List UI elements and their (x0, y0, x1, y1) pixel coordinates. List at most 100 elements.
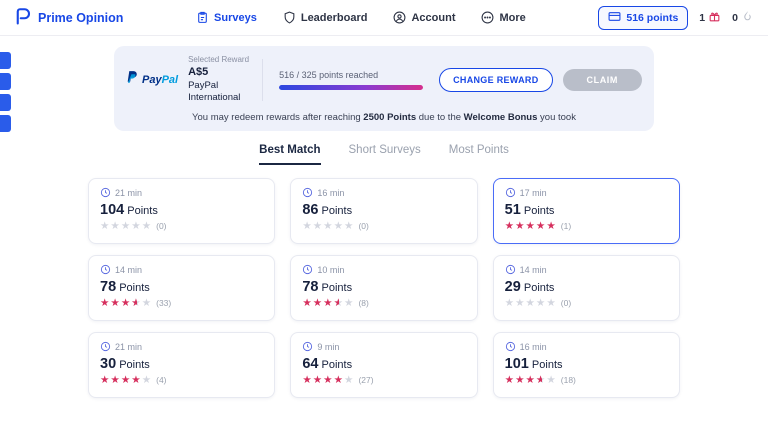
survey-rating: ★★★★★★(8) (302, 298, 465, 309)
leaderboard-icon (283, 11, 296, 24)
brand[interactable]: Prime Opinion (14, 7, 123, 28)
reward-name: International (188, 92, 252, 104)
clock-icon (100, 341, 111, 352)
rating-count: (27) (358, 376, 373, 385)
survey-card[interactable]: 10 min78 Points★★★★★★(8) (290, 255, 477, 321)
survey-grid: 21 min104 Points★★★★★(0)16 min86 Points★… (88, 178, 680, 398)
survey-rating: ★★★★★(1) (505, 221, 668, 232)
claim-button[interactable]: CLAIM (563, 69, 643, 91)
clock-icon (505, 341, 516, 352)
left-edge-widget[interactable] (0, 115, 11, 132)
survey-card[interactable]: 9 min64 Points★★★★★(27) (290, 332, 477, 398)
survey-card[interactable]: 16 min86 Points★★★★★(0) (290, 178, 477, 244)
nav-item-leaderboard[interactable]: Leaderboard (283, 11, 368, 24)
rating-count: (33) (156, 299, 171, 308)
paypal-icon (126, 70, 139, 90)
star-icon: ★ (142, 375, 152, 386)
star-icon: ★ (313, 375, 323, 386)
star-icon: ★ (302, 298, 312, 309)
star-icon: ★ (323, 298, 333, 309)
nav-item-more[interactable]: More (481, 11, 525, 24)
survey-points: 78 Points (100, 279, 263, 295)
star-icon: ★ (344, 298, 354, 309)
survey-card[interactable]: 21 min104 Points★★★★★(0) (88, 178, 275, 244)
account-icon (393, 11, 406, 24)
reward-amount: A$5 (188, 65, 252, 79)
wallet-card-icon (608, 10, 621, 26)
star-icon: ★ (334, 375, 344, 386)
half-star-icon: ★★ (334, 298, 344, 309)
survey-points: 30 Points (100, 356, 263, 372)
survey-duration: 21 min (100, 187, 263, 198)
star-icon: ★ (121, 375, 131, 386)
clock-icon (100, 187, 111, 198)
survey-card[interactable]: 14 min29 Points★★★★★(0) (493, 255, 680, 321)
star-icon: ★ (100, 298, 110, 309)
star-icon: ★ (110, 375, 120, 386)
survey-duration: 9 min (302, 341, 465, 352)
survey-card[interactable]: 16 min101 Points★★★★★★(18) (493, 332, 680, 398)
half-star-icon: ★★ (131, 298, 141, 309)
tab-short-surveys[interactable]: Short Surveys (349, 144, 421, 165)
star-icon: ★ (121, 298, 131, 309)
surveys-icon (196, 11, 209, 24)
left-edge-widget[interactable] (0, 73, 11, 90)
star-icon: ★ (526, 221, 536, 232)
survey-duration: 16 min (302, 187, 465, 198)
star-icon: ★ (344, 375, 354, 386)
divider (262, 59, 263, 101)
star-icon: ★ (313, 221, 323, 232)
selected-reward-info: Selected Reward A$5 PayPal International (188, 55, 252, 104)
selected-reward-label: Selected Reward (188, 55, 252, 65)
nav-item-surveys[interactable]: Surveys (196, 11, 257, 24)
star-icon: ★ (302, 221, 312, 232)
star-icon: ★ (131, 375, 141, 386)
survey-rating: ★★★★★(0) (505, 298, 668, 309)
points-balance-button[interactable]: 516 points (598, 6, 688, 30)
clock-icon (302, 341, 313, 352)
star-icon: ★ (505, 221, 515, 232)
tab-most-points[interactable]: Most Points (449, 144, 509, 165)
brand-name: Prime Opinion (38, 11, 123, 25)
clock-icon (302, 187, 313, 198)
star-icon: ★ (110, 298, 120, 309)
progress-text: 516 / 325 points reached (279, 70, 423, 80)
star-icon: ★ (344, 221, 354, 232)
survey-rating: ★★★★★(4) (100, 375, 263, 386)
clock-icon (505, 187, 516, 198)
streak-counter[interactable]: 0 (732, 10, 754, 26)
clock-icon (505, 264, 516, 275)
brand-logo-icon (14, 7, 32, 28)
star-icon: ★ (526, 298, 536, 309)
change-reward-button[interactable]: CHANGE REWARD (439, 68, 552, 92)
survey-points: 101 Points (505, 356, 668, 372)
star-icon: ★ (505, 375, 515, 386)
left-edge-widget[interactable] (0, 94, 11, 111)
survey-card[interactable]: 14 min78 Points★★★★★★(33) (88, 255, 275, 321)
rating-count: (4) (156, 376, 166, 385)
star-icon: ★ (302, 375, 312, 386)
survey-duration: 17 min (505, 187, 668, 198)
survey-duration: 10 min (302, 264, 465, 275)
survey-card[interactable]: 17 min51 Points★★★★★(1) (493, 178, 680, 244)
progress-fill (279, 85, 423, 90)
rating-count: (8) (358, 299, 368, 308)
reward-name: PayPal (188, 80, 252, 92)
rating-count: (0) (156, 222, 166, 231)
star-icon: ★ (100, 375, 110, 386)
survey-points: 78 Points (302, 279, 465, 295)
nav-item-account[interactable]: Account (393, 11, 455, 24)
survey-tabs: Best Match Short Surveys Most Points (0, 144, 768, 165)
survey-rating: ★★★★★(0) (100, 221, 263, 232)
points-progress: 516 / 325 points reached (273, 70, 429, 90)
survey-duration: 16 min (505, 341, 668, 352)
survey-points: 29 Points (505, 279, 668, 295)
survey-card[interactable]: 21 min30 Points★★★★★(4) (88, 332, 275, 398)
tab-best-match[interactable]: Best Match (259, 144, 320, 165)
survey-duration: 21 min (100, 341, 263, 352)
gift-counter[interactable]: 1 (699, 10, 721, 26)
star-icon: ★ (515, 298, 525, 309)
left-edge-widget[interactable] (0, 52, 11, 69)
main-nav: Surveys Leaderboard Account More (196, 11, 526, 24)
star-icon: ★ (515, 221, 525, 232)
